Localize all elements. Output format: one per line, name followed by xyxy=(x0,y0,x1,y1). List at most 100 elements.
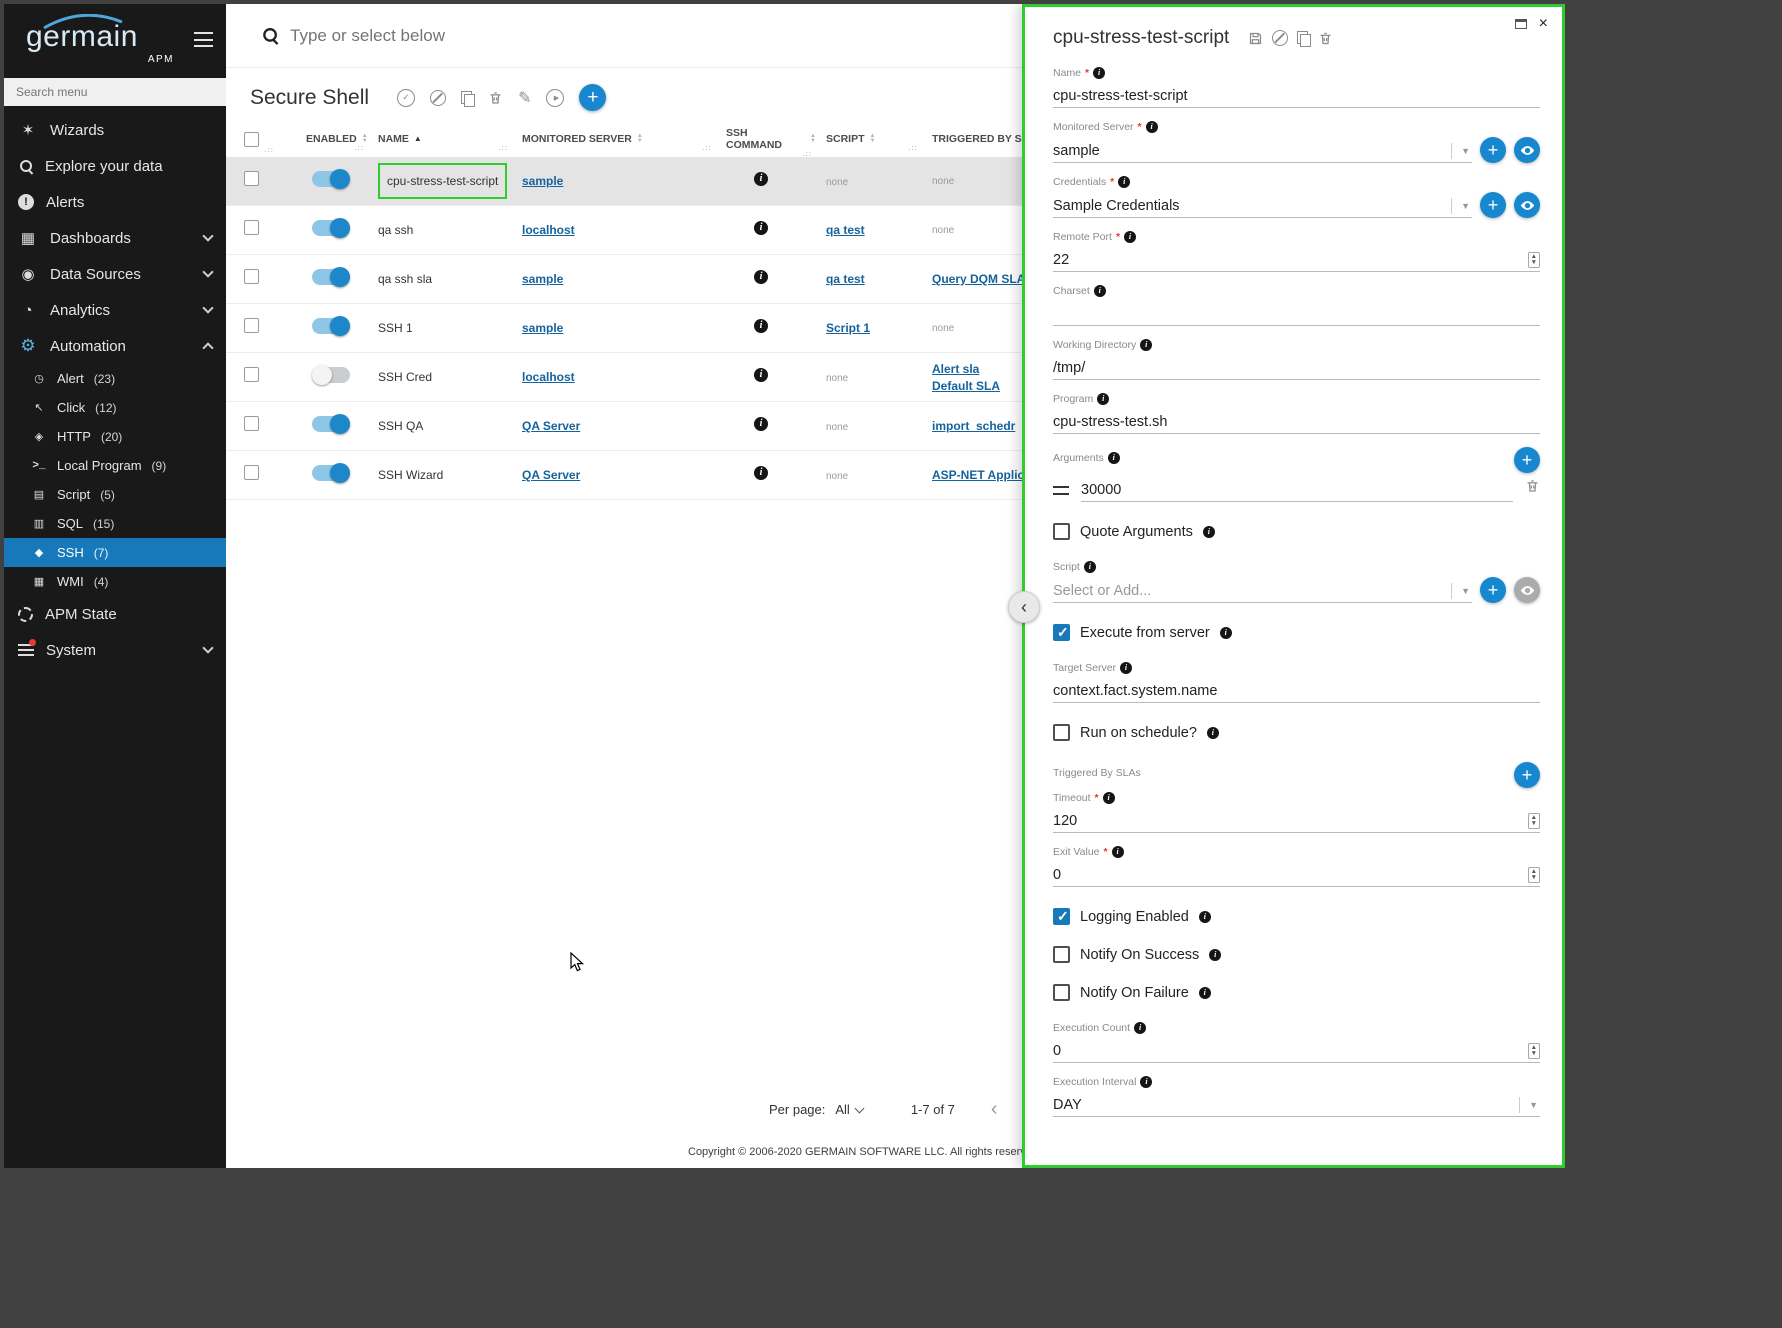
row-checkbox[interactable] xyxy=(244,367,259,382)
trash-icon[interactable] xyxy=(1318,31,1333,46)
prev-page-button[interactable]: ‹ xyxy=(991,1098,998,1121)
script-link[interactable]: qa test xyxy=(826,223,865,237)
monitored-server-link[interactable]: localhost xyxy=(522,370,575,384)
copy-button[interactable] xyxy=(461,91,473,105)
ssh-command-info-icon[interactable] xyxy=(754,319,768,333)
view-button[interactable] xyxy=(1514,192,1540,218)
chevron-down-icon[interactable]: ▼ xyxy=(1451,583,1472,599)
execution-count-input[interactable]: 0▲▼ xyxy=(1053,1038,1540,1063)
program-input[interactable]: cpu-stress-test.sh xyxy=(1053,409,1540,434)
trash-icon[interactable] xyxy=(1525,478,1540,499)
add-button[interactable]: + xyxy=(1514,447,1540,473)
enabled-toggle[interactable] xyxy=(312,318,350,334)
row-checkbox[interactable] xyxy=(244,220,259,235)
number-spinner[interactable]: ▲▼ xyxy=(1528,813,1540,829)
sidebar-item-explore-your-data[interactable]: Explore your data xyxy=(4,148,226,184)
number-spinner[interactable]: ▲▼ xyxy=(1528,1043,1540,1059)
view-button[interactable] xyxy=(1514,137,1540,163)
remote-port-input[interactable]: 22▲▼ xyxy=(1053,247,1540,272)
sidebar-item-wizards[interactable]: ✶Wizards xyxy=(4,112,226,148)
monitored-server-select[interactable]: sample▼ xyxy=(1053,138,1472,163)
monitored-server-link[interactable]: localhost xyxy=(522,223,575,237)
view-button[interactable] xyxy=(1514,577,1540,603)
triggered-sla-link[interactable]: import_schedr xyxy=(932,419,1015,433)
run-on-schedule-checkbox[interactable] xyxy=(1053,724,1070,741)
notify-on-success-checkbox[interactable] xyxy=(1053,946,1070,963)
maximize-icon[interactable] xyxy=(1515,19,1527,29)
sidebar-item-ssh[interactable]: ◆SSH(7) xyxy=(4,538,226,567)
sidebar-item-sql[interactable]: ▥SQL(15) xyxy=(4,509,226,538)
argument-input[interactable]: 30000 xyxy=(1081,477,1513,502)
script-link[interactable]: Script 1 xyxy=(826,321,870,335)
enabled-toggle[interactable] xyxy=(312,367,350,383)
add-button[interactable]: + xyxy=(1514,762,1540,788)
ssh-command-info-icon[interactable] xyxy=(754,368,768,382)
row-checkbox[interactable] xyxy=(244,416,259,431)
row-checkbox[interactable] xyxy=(244,318,259,333)
enabled-toggle[interactable] xyxy=(312,171,350,187)
logging-enabled-checkbox[interactable] xyxy=(1053,908,1070,925)
add-button[interactable]: + xyxy=(579,84,606,111)
sidebar-search-input[interactable] xyxy=(4,78,226,106)
run-button[interactable]: ▶ xyxy=(546,89,564,107)
monitored-server-link[interactable]: sample xyxy=(522,321,563,335)
chevron-down-icon[interactable]: ▼ xyxy=(1451,143,1472,159)
ssh-command-info-icon[interactable] xyxy=(754,466,768,480)
timeout-input[interactable]: 120▲▼ xyxy=(1053,808,1540,833)
column-header-ssh-command[interactable]: SSH COMMAND▲▼ xyxy=(726,127,826,151)
sidebar-item-alerts[interactable]: Alerts xyxy=(4,184,226,220)
close-icon[interactable]: × xyxy=(1539,18,1548,30)
sidebar-item-system[interactable]: System xyxy=(4,632,226,668)
number-spinner[interactable]: ▲▼ xyxy=(1528,252,1540,268)
script-link[interactable]: qa test xyxy=(826,272,865,286)
notify-on-failure-checkbox[interactable] xyxy=(1053,984,1070,1001)
collapse-panel-button[interactable]: ‹ xyxy=(1008,591,1040,623)
sidebar-item-automation[interactable]: ⚙Automation xyxy=(4,328,226,364)
exit-value-input[interactable]: 0▲▼ xyxy=(1053,862,1540,887)
charset-input[interactable] xyxy=(1053,301,1540,326)
add-button[interactable]: + xyxy=(1480,192,1506,218)
column-header-enabled[interactable]: ENABLED▲▼ xyxy=(288,133,378,145)
script-select[interactable]: Select or Add...▼ xyxy=(1053,578,1472,603)
sidebar-item-click[interactable]: ↖Click(12) xyxy=(4,393,226,422)
save-icon[interactable] xyxy=(1248,31,1263,46)
disable-button[interactable] xyxy=(430,90,446,106)
monitored-server-link[interactable]: QA Server xyxy=(522,468,580,482)
select-all-checkbox[interactable] xyxy=(244,132,259,147)
sidebar-item-alert[interactable]: ◷Alert(23) xyxy=(4,364,226,393)
triggered-sla-link[interactable]: ASP-NET Applic xyxy=(932,468,1024,482)
enabled-toggle[interactable] xyxy=(312,465,350,481)
sidebar-item-http[interactable]: ◈HTTP(20) xyxy=(4,422,226,451)
enabled-toggle[interactable] xyxy=(312,416,350,432)
sidebar-item-apm-state[interactable]: APM State xyxy=(4,596,226,632)
target-server-input[interactable]: context.fact.system.name xyxy=(1053,678,1540,703)
sort-icon[interactable]: ▲▼ xyxy=(810,134,816,144)
sort-icon[interactable]: ▲▼ xyxy=(637,134,643,144)
ssh-command-info-icon[interactable] xyxy=(754,417,768,431)
working-directory-input[interactable]: /tmp/ xyxy=(1053,355,1540,380)
sidebar-item-script[interactable]: ▤Script(5) xyxy=(4,480,226,509)
column-header-name[interactable]: NAME▲ xyxy=(378,133,522,145)
enabled-toggle[interactable] xyxy=(312,269,350,285)
per-page-select[interactable]: All xyxy=(835,1102,862,1117)
ssh-command-info-icon[interactable] xyxy=(754,172,768,186)
row-checkbox[interactable] xyxy=(244,171,259,186)
copy-icon[interactable] xyxy=(1297,31,1309,45)
approve-button[interactable]: ✓ xyxy=(397,89,415,107)
name-input[interactable]: cpu-stress-test-script xyxy=(1053,83,1540,108)
execution-interval-select[interactable]: DAY▼ xyxy=(1053,1092,1540,1117)
sort-icon[interactable]: ▲▼ xyxy=(870,134,876,144)
sort-icon[interactable]: ▲▼ xyxy=(362,134,368,144)
column-header-script[interactable]: SCRIPT▲▼ xyxy=(826,133,932,145)
row-checkbox[interactable] xyxy=(244,465,259,480)
enabled-toggle[interactable] xyxy=(312,220,350,236)
drag-handle-icon[interactable] xyxy=(1053,486,1069,495)
sidebar-item-wmi[interactable]: ▦WMI(4) xyxy=(4,567,226,596)
sidebar-item-data-sources[interactable]: ◉Data Sources xyxy=(4,256,226,292)
ssh-command-info-icon[interactable] xyxy=(754,270,768,284)
add-button[interactable]: + xyxy=(1480,577,1506,603)
chevron-down-icon[interactable]: ▼ xyxy=(1451,198,1472,214)
delete-button[interactable] xyxy=(488,90,503,106)
quote-arguments-checkbox[interactable] xyxy=(1053,523,1070,540)
chevron-down-icon[interactable]: ▼ xyxy=(1519,1097,1540,1113)
